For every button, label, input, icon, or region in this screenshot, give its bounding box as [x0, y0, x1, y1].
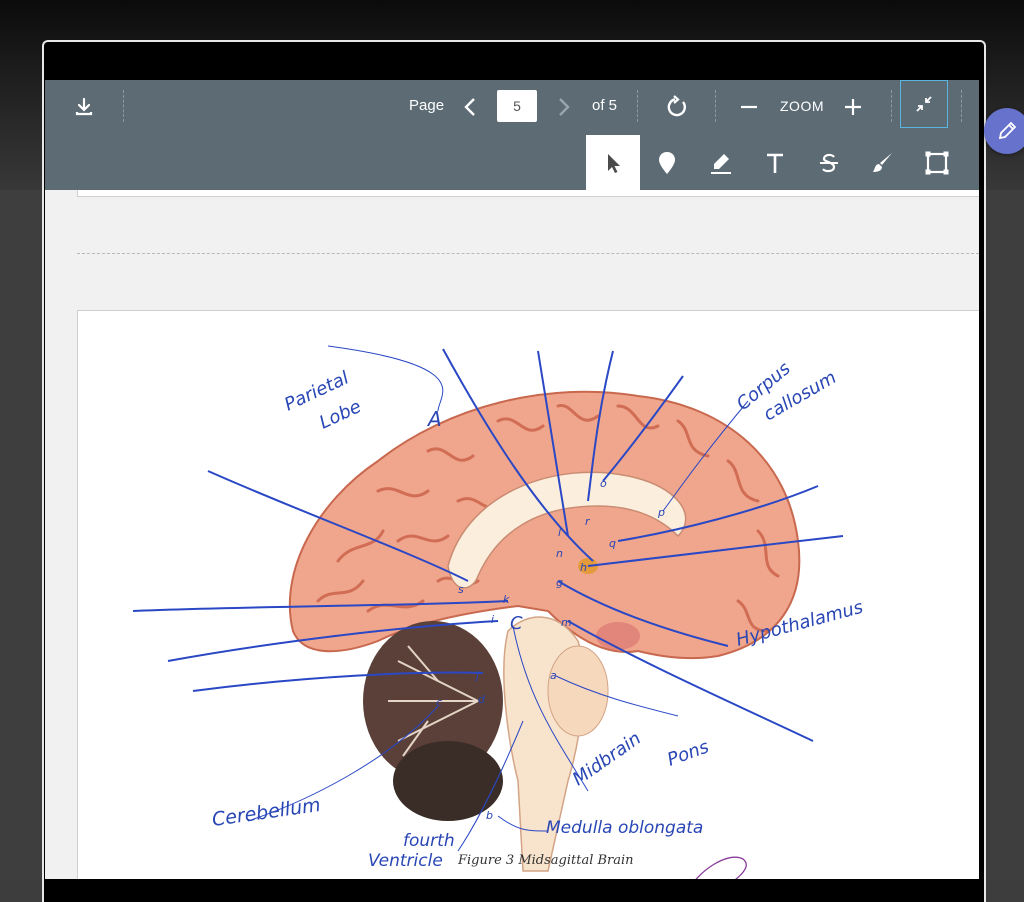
toolbar-separator [891, 90, 892, 122]
point-letter: i [491, 613, 494, 626]
chevron-right-icon [559, 98, 570, 116]
area-tool[interactable] [910, 135, 964, 190]
rotate-button[interactable] [662, 92, 692, 122]
label-fourth: fourth [403, 831, 455, 851]
page-number-input[interactable] [497, 90, 537, 122]
purple-scribble [695, 856, 747, 879]
figure-caption: Figure 3 Midsagittal Brain [457, 853, 634, 868]
point-letter: c [436, 696, 442, 709]
toolbar-separator [123, 90, 124, 122]
annotation-tools [586, 135, 964, 190]
document-page: s k i j c d b n l r o p q h g m a Pariet… [77, 310, 979, 879]
collapse-icon [916, 96, 932, 112]
draw-tool[interactable] [856, 135, 910, 190]
point-letter: n [556, 547, 563, 560]
highlighter-icon [711, 153, 731, 174]
pin-tool[interactable] [640, 135, 694, 190]
rectangle-icon [925, 151, 949, 174]
point-letter: d [478, 693, 486, 706]
document-viewer: Page of 5 ZOOM [45, 80, 979, 879]
brain-figure: s k i j c d b n l r o p q h g m a Pariet… [132, 345, 865, 879]
label-midbrain: Midbrain [569, 728, 645, 790]
plus-icon [845, 99, 861, 115]
next-page-button[interactable] [551, 92, 577, 122]
pencil-icon [998, 121, 1017, 140]
point-letter: k [503, 593, 510, 606]
label-letter-a: A [426, 407, 442, 431]
strikethrough-icon [820, 153, 838, 172]
previous-page-bottom [77, 190, 979, 197]
zoom-out-button[interactable] [735, 92, 763, 122]
cursor-arrow-icon [608, 153, 620, 173]
page-count-label: of 5 [592, 97, 618, 114]
text-tool[interactable] [748, 135, 802, 190]
highlight-tool[interactable] [694, 135, 748, 190]
point-letter: g [556, 576, 563, 589]
download-icon [75, 97, 93, 116]
minus-icon [741, 105, 757, 109]
viewer-toolbar: Page of 5 ZOOM [45, 80, 979, 135]
annotate-fab-button[interactable] [984, 108, 1024, 154]
rotate-icon [667, 95, 686, 117]
brush-icon [873, 152, 892, 172]
toolbar-separator [637, 90, 638, 122]
point-letter: l [558, 526, 561, 539]
toolbar-separator [715, 90, 716, 122]
label-pons: Pons [665, 736, 712, 770]
point-letter: s [458, 583, 464, 596]
text-icon [767, 153, 783, 173]
hypothalamus-shape [596, 622, 640, 650]
label-medulla: Medulla oblongata [546, 818, 703, 838]
select-tool[interactable] [586, 135, 640, 190]
page-label: Page [409, 97, 445, 114]
point-letter: h [580, 561, 587, 574]
download-button[interactable] [69, 92, 99, 122]
pons-shape [547, 645, 609, 737]
point-letter: o [600, 477, 607, 490]
point-letter: b [486, 809, 493, 822]
label-lobe: Lobe [316, 396, 364, 433]
page-divider [77, 253, 979, 254]
collapse-button[interactable] [900, 80, 948, 128]
label-ventricle: Ventricle [368, 851, 443, 871]
label-letter-c: C [510, 613, 523, 634]
annotation-toolbar [45, 135, 979, 190]
strikethrough-tool[interactable] [802, 135, 856, 190]
point-letter: m [561, 616, 572, 629]
point-letter: p [657, 506, 665, 519]
zoom-in-button[interactable] [839, 92, 867, 122]
pin-icon [659, 151, 675, 174]
label-cerebellum: Cerebellum [211, 794, 322, 831]
point-letter: a [550, 669, 557, 682]
previous-page-button[interactable] [457, 92, 483, 122]
toolbar-separator [961, 90, 962, 122]
zoom-label: ZOOM [780, 98, 824, 114]
point-letter: q [609, 537, 616, 550]
chevron-left-icon [464, 98, 475, 116]
